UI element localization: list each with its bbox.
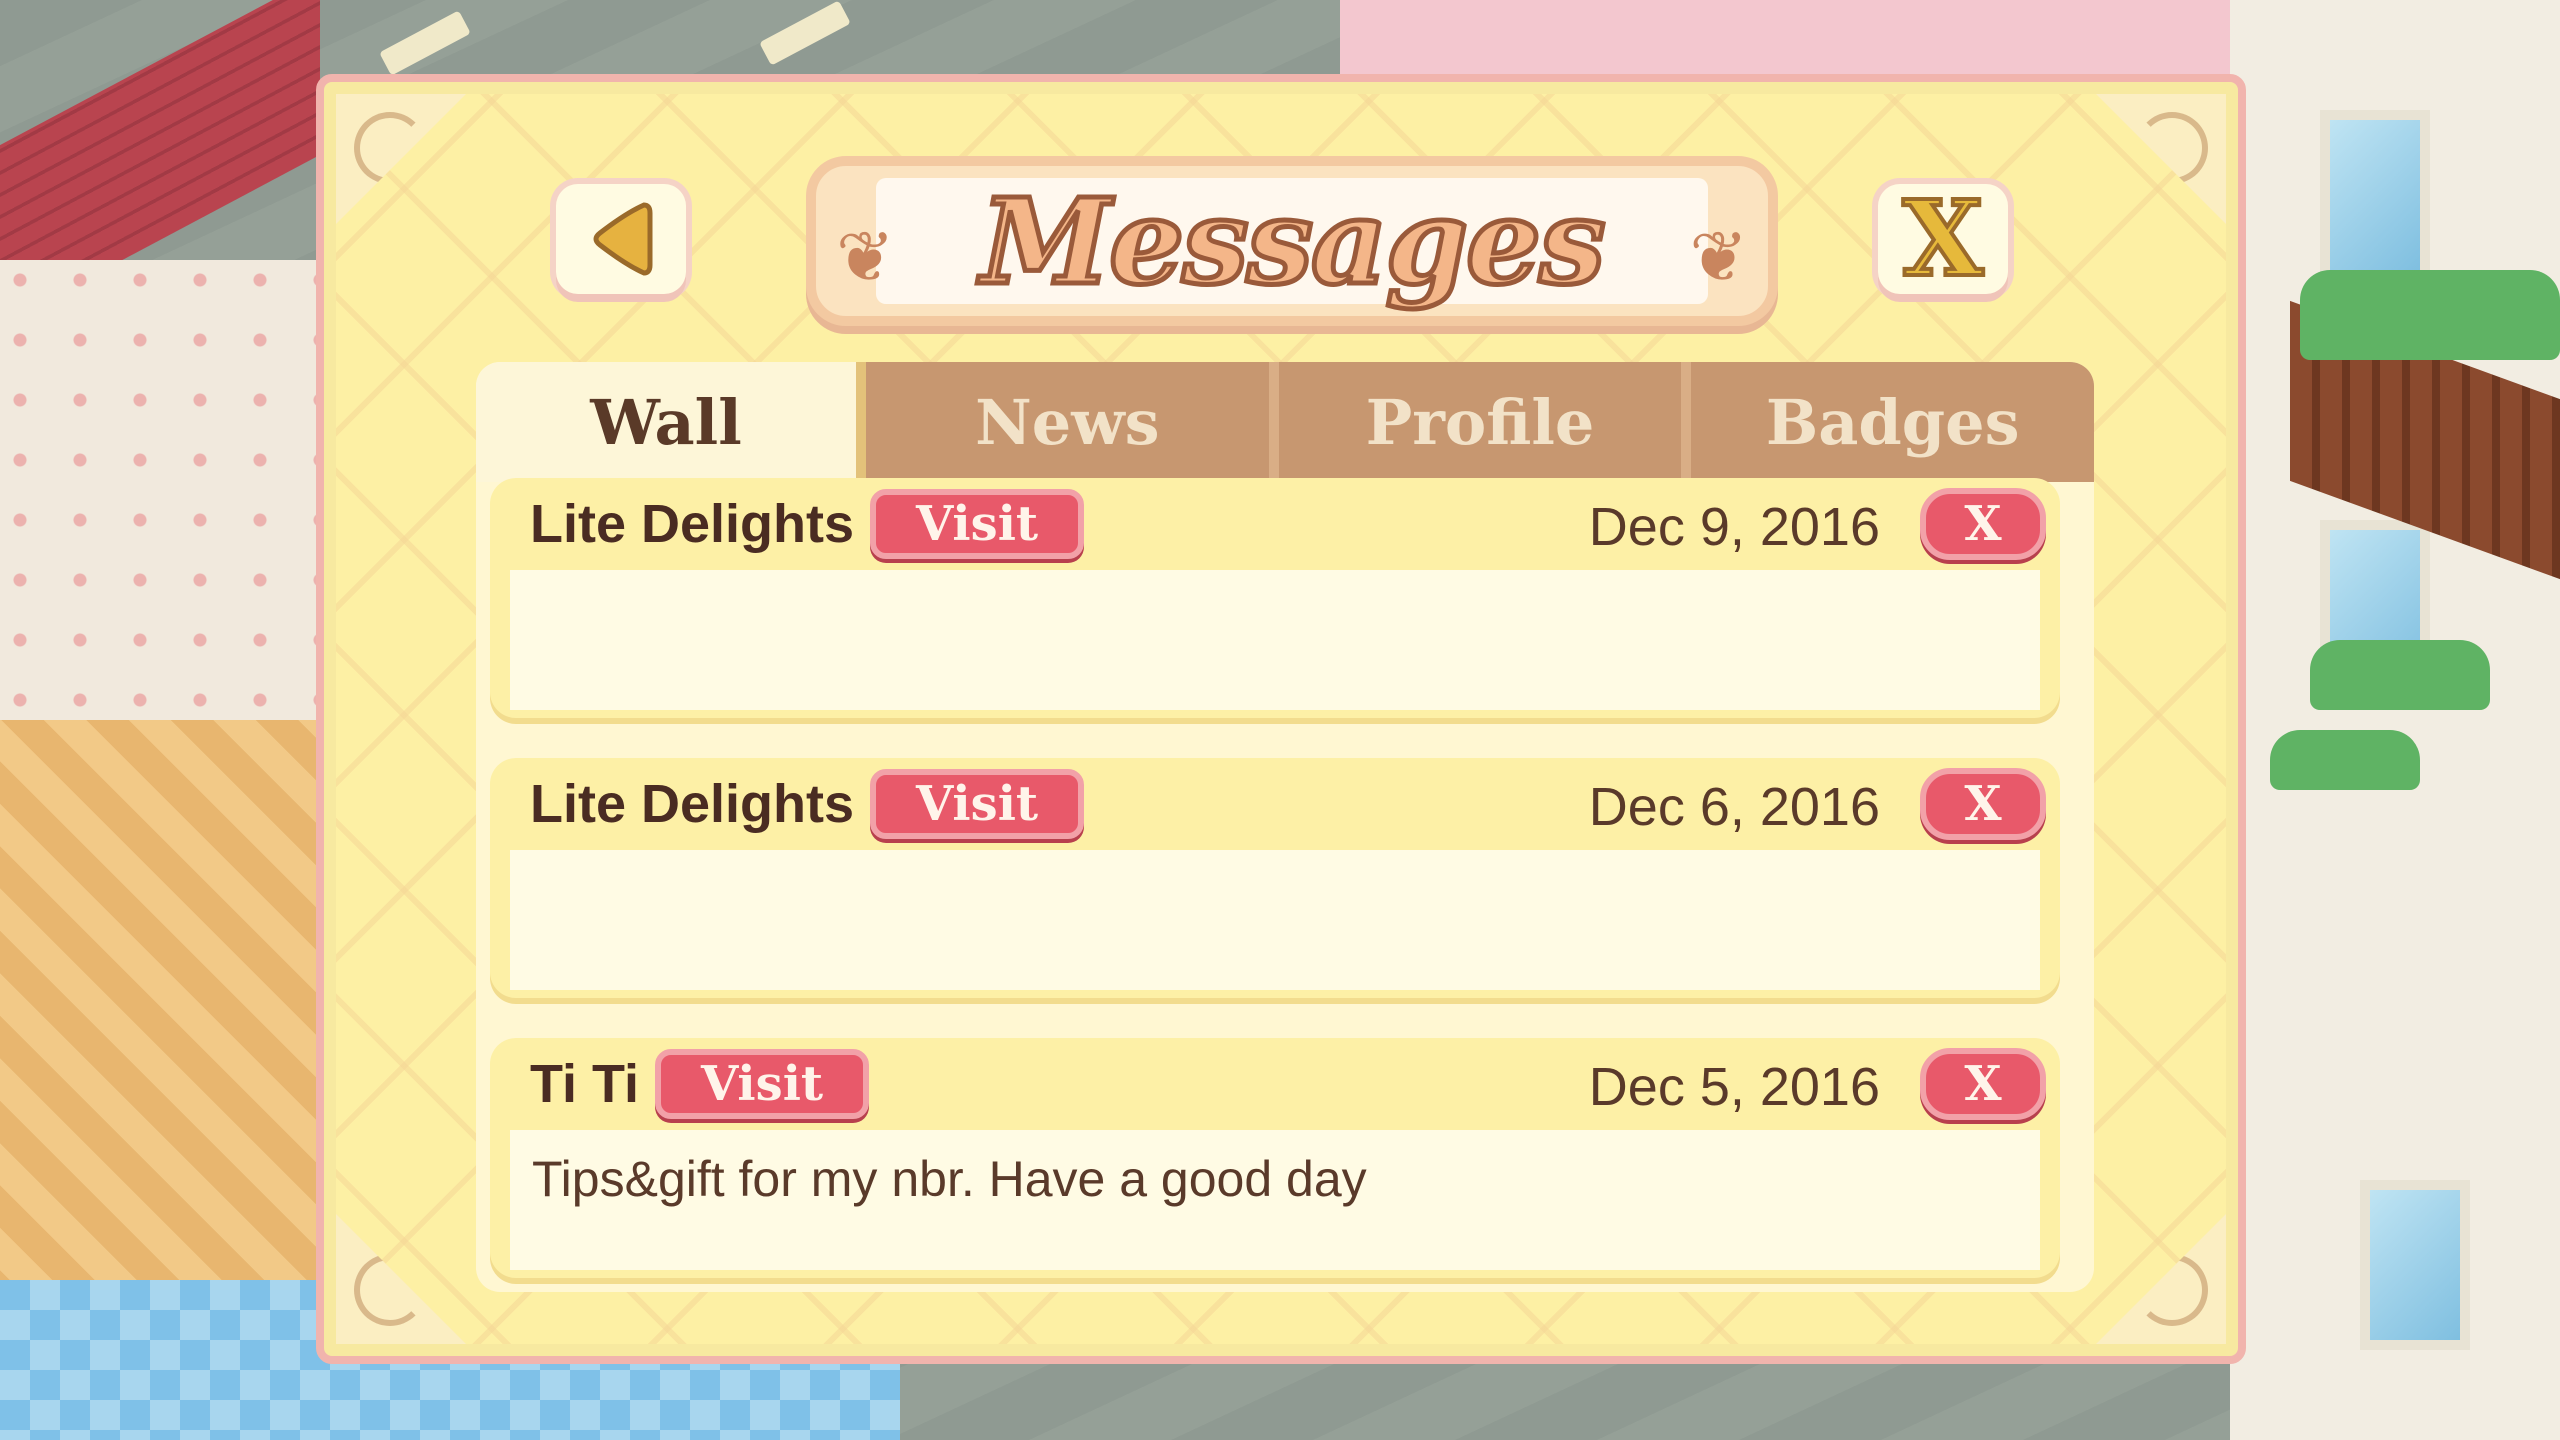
close-button[interactable]: X bbox=[1878, 184, 2008, 294]
tab-profile[interactable]: Profile bbox=[1278, 362, 1692, 482]
tab-wall[interactable]: Wall bbox=[476, 362, 866, 482]
message-item: Lite Delights Visit Dec 9, 2016 X bbox=[490, 478, 2060, 718]
messages-panel: Wall News Profile Badges Lite Delights V… bbox=[476, 362, 2094, 1292]
message-date: Dec 9, 2016 bbox=[1588, 497, 1880, 557]
visit-button[interactable]: Visit bbox=[870, 489, 1085, 559]
message-item: Ti Ti Visit Dec 5, 2016 X Tips&gift for … bbox=[490, 1038, 2060, 1278]
tab-badges[interactable]: Badges bbox=[1691, 362, 2094, 482]
pink-building bbox=[1340, 0, 2240, 80]
message-body bbox=[510, 850, 2040, 990]
dialog-title: Messages bbox=[978, 169, 1608, 313]
messages-dialog: ❦ Messages ❦ X Wall News Profile Badges … bbox=[316, 74, 2246, 1364]
visit-button[interactable]: Visit bbox=[870, 769, 1085, 839]
message-list[interactable]: Lite Delights Visit Dec 9, 2016 X Lite D… bbox=[490, 478, 2080, 1282]
visit-button[interactable]: Visit bbox=[655, 1049, 870, 1119]
back-button[interactable] bbox=[556, 184, 686, 294]
title-plaque: ❦ Messages ❦ bbox=[806, 156, 1778, 326]
message-item: Lite Delights Visit Dec 6, 2016 X bbox=[490, 758, 2060, 998]
message-sender: Lite Delights bbox=[530, 494, 855, 554]
message-sender: Ti Ti bbox=[530, 1054, 640, 1114]
corner-ornament bbox=[2096, 94, 2226, 224]
message-date: Dec 5, 2016 bbox=[1588, 1057, 1880, 1117]
corner-ornament bbox=[2096, 1214, 2226, 1344]
flower-planter bbox=[2300, 270, 2560, 360]
tab-bar: Wall News Profile Badges bbox=[476, 362, 2094, 482]
message-sender: Lite Delights bbox=[530, 774, 855, 834]
delete-message-button[interactable]: X bbox=[1920, 1048, 2046, 1120]
message-date: Dec 6, 2016 bbox=[1588, 777, 1880, 837]
corner-ornament bbox=[336, 1214, 466, 1344]
back-arrow-icon bbox=[593, 202, 653, 276]
right-building bbox=[2230, 0, 2560, 1440]
window bbox=[2360, 1180, 2470, 1350]
delete-message-button[interactable]: X bbox=[1920, 488, 2046, 560]
delete-message-button[interactable]: X bbox=[1920, 768, 2046, 840]
flourish-icon: ❦ bbox=[1689, 218, 1748, 296]
close-icon: X bbox=[1901, 177, 1986, 300]
tab-news[interactable]: News bbox=[866, 362, 1279, 482]
flower-planter bbox=[2270, 730, 2420, 790]
flower-planter bbox=[2310, 640, 2490, 710]
corner-ornament bbox=[336, 94, 466, 224]
message-body bbox=[510, 570, 2040, 710]
window bbox=[2320, 110, 2430, 280]
message-body: Tips&gift for my nbr. Have a good day bbox=[510, 1130, 2040, 1270]
flourish-icon: ❦ bbox=[836, 218, 895, 296]
